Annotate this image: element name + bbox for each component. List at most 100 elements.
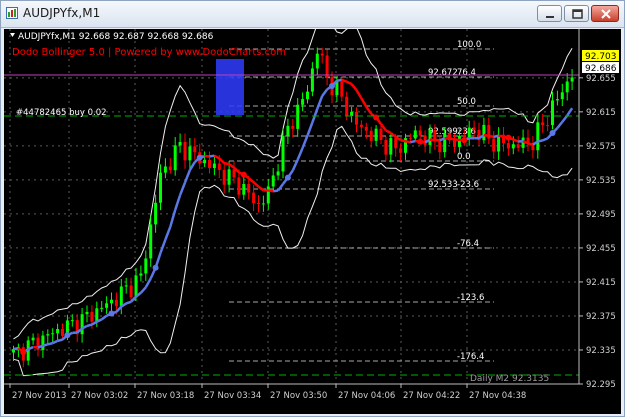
candle-body (105, 303, 109, 308)
candle-body (266, 186, 270, 204)
midline-segment (13, 346, 19, 351)
midline-dot (549, 130, 556, 137)
candle-body (506, 143, 510, 149)
close-icon (601, 9, 611, 19)
candle-body (516, 144, 520, 148)
fib-level-label: -123.6 (457, 293, 484, 303)
chart-window: AUDJPYfx,M1 100.0 76.4 50.0 23.6 0.0 -23.6 -76… (0, 0, 625, 417)
daily-label: Daily M2 92.3135 (470, 374, 549, 384)
midline-segment (115, 305, 123, 313)
candle-body (291, 125, 295, 129)
midline-segment (483, 133, 489, 137)
y-tick-label: 92.615 (586, 108, 616, 118)
candle-body (149, 224, 153, 259)
chart-canvas[interactable]: 100.076.450.023.60.0-23.6-76.4-123.6-176… (4, 29, 621, 414)
candle-body (222, 169, 226, 185)
chart-info-line: AUDJPYfx,M1 92.668 92.687 92.668 92.686 (18, 32, 214, 42)
candle-body (497, 134, 501, 152)
price-chart[interactable]: 100.0 76.4 50.0 23.6 0.0 -23.6 -76.4 -123.6 -176… (4, 29, 621, 414)
x-tick-label: 27 Nov 04:06 (338, 391, 395, 401)
candle-body (457, 135, 461, 147)
midline-segment (169, 209, 177, 228)
minimize-button[interactable] (537, 5, 562, 22)
trade-label: #44782465 buy 0.02 (16, 108, 107, 118)
candle-body (408, 138, 412, 140)
candle-body (80, 314, 84, 335)
midline-segment (218, 157, 226, 165)
midline-segment (174, 194, 182, 211)
candle-body (217, 163, 221, 170)
candle-body (511, 144, 515, 149)
midline-segment (542, 137, 549, 142)
x-tick-label: 27 Nov 2013 (12, 391, 66, 401)
candle-body (252, 192, 256, 203)
midline-dot (461, 137, 468, 144)
candle-body (119, 286, 123, 306)
midline-segment (405, 140, 411, 144)
candle-body (345, 96, 349, 116)
dropdown-arrow-icon[interactable] (10, 33, 15, 37)
candle-body (555, 99, 559, 101)
candle-body (212, 163, 216, 169)
midline-segment (336, 78, 343, 82)
x-tick-label: 27 Nov 03:18 (137, 391, 194, 401)
midline-segment (209, 154, 215, 158)
candle-body (359, 124, 363, 127)
midline-segment (125, 300, 132, 305)
candle-body (541, 122, 545, 126)
candle-body (232, 169, 236, 178)
candle-body (320, 53, 324, 56)
midline-dot (196, 154, 203, 161)
candle-body (379, 128, 383, 140)
candle-body (546, 125, 550, 127)
candle-body (467, 127, 471, 138)
y-tick-label: 92.535 (586, 176, 616, 186)
midline-segment (139, 286, 147, 294)
midline-segment (385, 129, 392, 135)
candle-body (364, 126, 368, 131)
midline-dot (240, 171, 247, 178)
candle-body (183, 141, 187, 161)
midline-segment (493, 134, 499, 139)
candle-body (134, 275, 138, 298)
midline-segment (91, 320, 98, 326)
candle-body (472, 127, 476, 130)
time-axis: 27 Nov 2013 27 Nov 03:02 27 Nov 03:18 27 No… (9, 384, 526, 401)
midline-segment (498, 134, 504, 138)
maximize-button[interactable] (564, 5, 589, 22)
midline-segment (37, 344, 44, 349)
candle-body (418, 130, 422, 136)
midline-segment (130, 295, 137, 303)
candle-body (168, 166, 172, 171)
midline-segment (360, 97, 368, 108)
midline-segment (316, 95, 324, 110)
midline-segment (488, 134, 495, 139)
midline-segment (341, 78, 348, 83)
candle-body (237, 177, 241, 195)
midline-dot (505, 134, 512, 141)
title-bar[interactable]: AUDJPYfx,M1 (1, 1, 624, 28)
y-tick-label: 92.655 (586, 74, 616, 84)
lower-band (13, 125, 573, 377)
midline-segment (346, 80, 353, 86)
candle-body (570, 77, 574, 82)
y-tick-label: 92.295 (586, 380, 616, 390)
candle-body (129, 285, 133, 298)
candle-body (384, 139, 388, 155)
midline-segment (527, 142, 534, 146)
midline-segment (321, 88, 329, 97)
midline-segment (277, 183, 284, 192)
candle-body (173, 145, 177, 171)
candle-body (536, 122, 540, 151)
midline-segment (449, 137, 455, 141)
x-tick-label: 27 Nov 04:38 (469, 391, 526, 401)
x-tick-label: 27 Nov 03:02 (71, 391, 128, 401)
window-title: AUDJPYfx,M1 (23, 6, 101, 20)
minimize-icon (546, 16, 554, 18)
candle-body (51, 333, 55, 335)
candle-body (188, 146, 192, 161)
close-button[interactable] (591, 5, 619, 22)
fib-level-label: 76.4 (457, 68, 476, 78)
midline-segment (306, 121, 314, 136)
midline-segment (183, 169, 192, 183)
